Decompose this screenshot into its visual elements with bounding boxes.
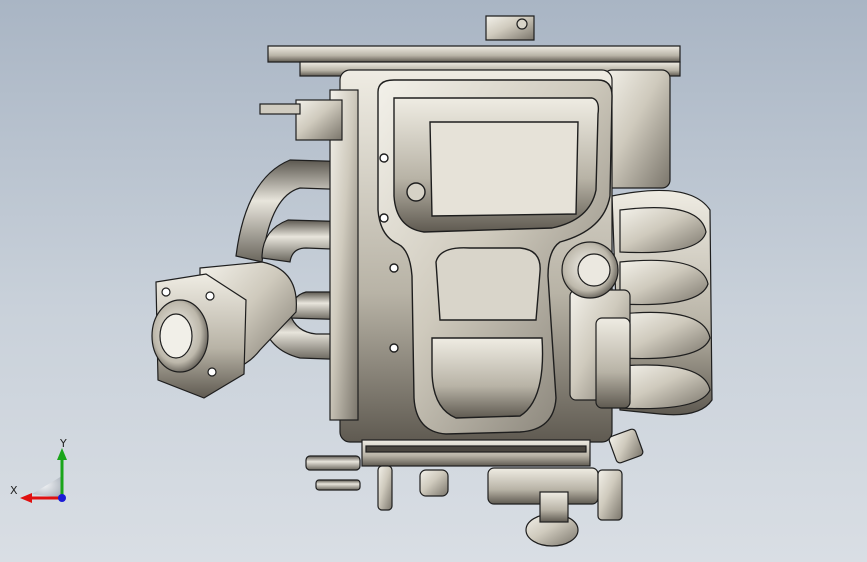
y-axis-label: Y (59, 437, 67, 450)
z-axis-marker (58, 494, 66, 502)
flywheel (361, 439, 591, 467)
top-mounting-plate (267, 15, 681, 77)
cad-viewport[interactable]: Y X (0, 0, 867, 562)
coordinate-triad: Y X (10, 437, 67, 503)
engine-assembly-model[interactable] (0, 0, 867, 562)
catalytic-converter (151, 261, 297, 399)
x-axis-label: X (10, 484, 18, 497)
x-axis-arrowhead (20, 493, 32, 503)
triad-plane (32, 476, 62, 498)
